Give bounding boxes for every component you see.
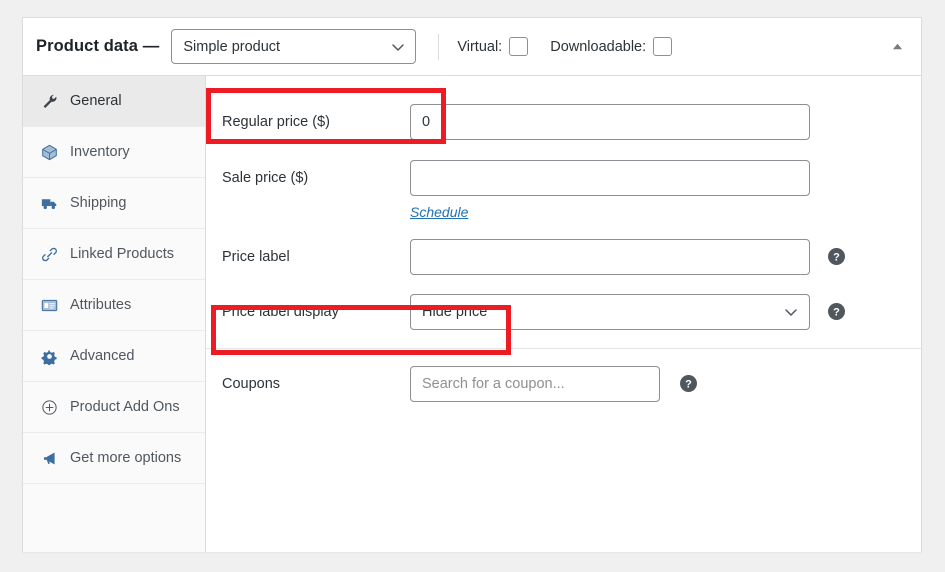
sidebar-item-get-more-options[interactable]: Get more options — [23, 433, 205, 484]
sidebar-item-shipping[interactable]: Shipping — [23, 178, 205, 229]
product-data-panel: Product data — Simple product Virtual: D… — [22, 17, 922, 552]
coupons-row: Coupons Search for a coupon... ? — [206, 348, 921, 418]
list-card-icon — [40, 296, 59, 315]
sidebar-item-label: Attributes — [70, 297, 132, 313]
chevron-down-icon — [784, 305, 798, 319]
product-data-tabs: General Inventory Shipping Linked Produc… — [23, 76, 206, 552]
sidebar-item-label: Get more options — [70, 450, 182, 466]
price-label-display-value: Hide price — [422, 303, 488, 320]
regular-price-row: Regular price ($) 0 — [206, 94, 921, 149]
coupons-label: Coupons — [222, 375, 281, 392]
help-circle-icon[interactable]: ? — [680, 375, 697, 392]
sidebar-item-inventory[interactable]: Inventory — [23, 127, 205, 178]
sale-price-group: Schedule — [410, 160, 810, 222]
header-divider — [438, 33, 440, 60]
panel-body: General Inventory Shipping Linked Produc… — [23, 76, 921, 552]
price-label-row: Price label ? — [206, 229, 921, 284]
sidebar-item-label: Advanced — [70, 348, 135, 364]
sidebar-item-label: Linked Products — [70, 246, 174, 262]
svg-text:?: ? — [833, 306, 840, 318]
sidebar-item-general[interactable]: General — [23, 76, 205, 127]
help-circle-icon[interactable]: ? — [828, 303, 845, 320]
sale-price-row: Sale price ($) Schedule — [206, 149, 921, 223]
link-icon — [40, 245, 59, 264]
downloadable-checkbox[interactable] — [653, 37, 673, 56]
general-tab-panel: Regular price ($) 0 Sale price ($) Sched… — [206, 76, 921, 552]
virtual-field: Virtual: — [457, 37, 529, 56]
plus-circle-icon — [40, 398, 59, 417]
product-type-value: Simple product — [183, 38, 281, 55]
sidebar-item-label: General — [70, 93, 122, 109]
price-label-input[interactable] — [410, 238, 810, 275]
regular-price-input[interactable]: 0 — [410, 103, 810, 140]
coupon-search-placeholder: Search for a coupon... — [422, 375, 565, 392]
panel-header: Product data — Simple product Virtual: D… — [23, 18, 921, 76]
sidebar-item-product-add-ons[interactable]: Product Add Ons — [23, 382, 205, 433]
truck-icon — [40, 194, 59, 213]
product-type-select[interactable]: Simple product — [171, 29, 417, 64]
chevron-down-icon — [391, 40, 405, 54]
regular-price-value: 0 — [422, 113, 431, 130]
virtual-label: Virtual: — [457, 38, 503, 55]
price-label-label: Price label — [222, 248, 290, 265]
sidebar-item-attributes[interactable]: Attributes — [23, 280, 205, 331]
megaphone-icon — [40, 449, 59, 468]
coupon-search-input[interactable]: Search for a coupon... — [410, 365, 660, 402]
page-title: Product data — — [36, 37, 160, 55]
price-label-display-label: Price label display — [222, 303, 339, 320]
price-label-display-select[interactable]: Hide price — [410, 293, 810, 330]
sidebar-item-label: Product Add Ons — [70, 399, 180, 415]
sale-price-label: Sale price ($) — [222, 170, 309, 186]
gear-icon — [40, 347, 59, 366]
sidebar-item-linked-products[interactable]: Linked Products — [23, 229, 205, 280]
virtual-checkbox[interactable] — [509, 37, 529, 56]
sale-price-input[interactable] — [410, 160, 810, 196]
help-circle-icon[interactable]: ? — [828, 248, 845, 265]
sidebar-item-advanced[interactable]: Advanced — [23, 331, 205, 382]
svg-text:?: ? — [685, 378, 692, 390]
caret-up-icon[interactable] — [885, 35, 909, 59]
price-label-display-row: Price label display Hide price ? — [206, 284, 921, 339]
downloadable-field: Downloadable: — [550, 37, 673, 56]
svg-text:?: ? — [833, 251, 840, 263]
box-icon — [40, 143, 59, 162]
downloadable-label: Downloadable: — [550, 38, 647, 55]
schedule-link[interactable]: Schedule — [410, 204, 468, 220]
wrench-icon — [40, 92, 59, 111]
sidebar-item-label: Inventory — [70, 144, 130, 160]
regular-price-label: Regular price ($) — [222, 113, 330, 130]
sidebar-item-label: Shipping — [70, 195, 127, 211]
